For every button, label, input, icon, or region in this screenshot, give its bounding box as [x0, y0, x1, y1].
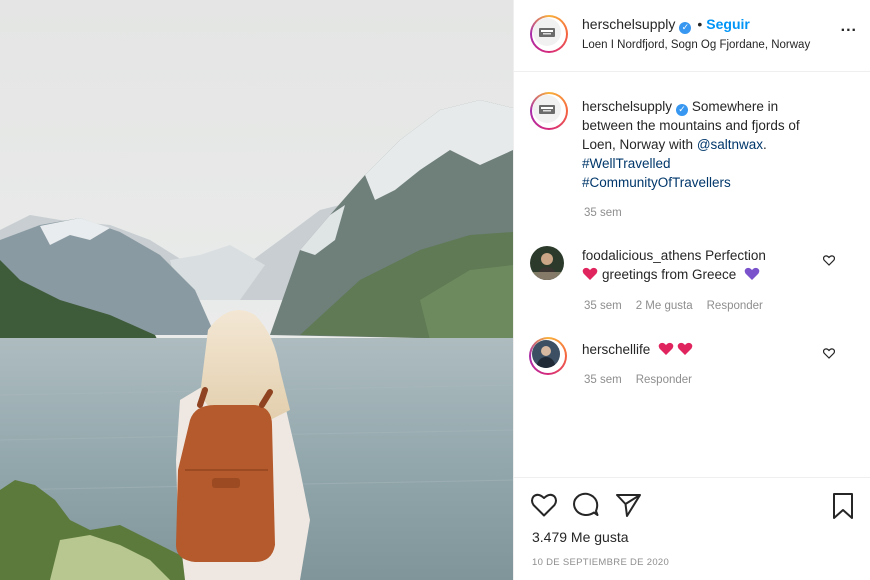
- post-actions: 3.479 Me gusta 10 DE SEPTIEMBRE DE 2020: [514, 477, 870, 580]
- comment-line2: greetings from Greece: [602, 267, 737, 282]
- follow-button[interactable]: Seguir: [706, 16, 750, 32]
- verified-badge-icon: ✓: [679, 22, 692, 34]
- commenter-avatar[interactable]: [529, 337, 567, 375]
- likes-count[interactable]: 3.479 Me gusta: [532, 529, 629, 545]
- more-options-icon[interactable]: ...: [841, 18, 857, 36]
- caption-meta: 35 sem: [584, 207, 636, 219]
- heart-icon[interactable]: [530, 492, 558, 523]
- author-avatar[interactable]: [530, 15, 568, 53]
- post-side-panel: herschelsupply ✓ • Seguir Loen I Nordfjord,…: [513, 0, 870, 580]
- comment-text: herschellife: [582, 340, 802, 359]
- caption-text: herschelsupply ✓ Somewhere in between the…: [582, 97, 842, 192]
- post-location[interactable]: Loen I Nordfjord, Sogn Og Fjordane, Norw…: [582, 39, 810, 51]
- caption-username[interactable]: herschelsupply: [582, 99, 672, 114]
- comment-line1: Perfection: [705, 248, 766, 263]
- reply-button[interactable]: Responder: [707, 300, 763, 312]
- comment-bubble-icon[interactable]: [572, 492, 600, 523]
- bookmark-icon[interactable]: [830, 492, 856, 525]
- post-header: herschelsupply ✓ • Seguir Loen I Nordfjord,…: [514, 0, 870, 72]
- caption-author-avatar[interactable]: [530, 92, 568, 130]
- comment-time[interactable]: 35 sem: [584, 374, 622, 386]
- fjord-landscape-image: [0, 0, 513, 580]
- reply-button[interactable]: Responder: [636, 374, 692, 386]
- comment-meta: 35 sem Responder: [584, 374, 706, 386]
- caption-line3-prefix: Loen, Norway with: [582, 137, 697, 152]
- comments-section: herschelsupply ✓ Somewhere in between the…: [514, 72, 870, 477]
- avatar-photo: [530, 246, 564, 280]
- comment-username[interactable]: foodalicious_athens: [582, 248, 701, 263]
- purple-heart-emoji-icon: [744, 267, 760, 280]
- commenter-avatar[interactable]: [530, 246, 564, 280]
- post-author-line: herschelsupply ✓ • Seguir: [582, 16, 750, 34]
- paper-plane-icon[interactable]: [615, 492, 643, 523]
- caption-time[interactable]: 35 sem: [584, 207, 622, 219]
- herschel-logo-icon: [539, 105, 555, 114]
- comment-likes[interactable]: 2 Me gusta: [636, 300, 693, 312]
- red-heart-emoji-icon: [582, 267, 598, 280]
- herschel-logo-icon: [539, 28, 555, 37]
- hashtag-link[interactable]: #WellTravelled: [582, 156, 671, 171]
- red-heart-emoji-icon: [658, 342, 674, 355]
- comment-meta: 35 sem 2 Me gusta Responder: [584, 300, 777, 312]
- comment-username[interactable]: herschellife: [582, 342, 650, 357]
- post-photo[interactable]: [0, 0, 513, 580]
- mention-link[interactable]: @saltnwax: [697, 137, 763, 152]
- separator-dot: •: [697, 16, 703, 32]
- like-comment-icon[interactable]: [822, 255, 836, 270]
- caption-line3-suffix: .: [763, 137, 767, 152]
- post-author-username[interactable]: herschelsupply: [582, 16, 675, 32]
- caption-line1: Somewhere in: [691, 99, 779, 114]
- red-heart-emoji-icon: [677, 342, 693, 355]
- comment-time[interactable]: 35 sem: [584, 300, 622, 312]
- comment-text: foodalicious_athens Perfection greetings…: [582, 246, 802, 284]
- post-date[interactable]: 10 DE SEPTIEMBRE DE 2020: [532, 557, 669, 568]
- avatar-photo: [532, 340, 560, 368]
- verified-badge-icon: ✓: [676, 104, 689, 116]
- hashtag-link[interactable]: #CommunityOfTravellers: [582, 175, 731, 190]
- like-comment-icon[interactable]: [822, 348, 836, 363]
- caption-line2: between the mountains and fjords of: [582, 118, 800, 133]
